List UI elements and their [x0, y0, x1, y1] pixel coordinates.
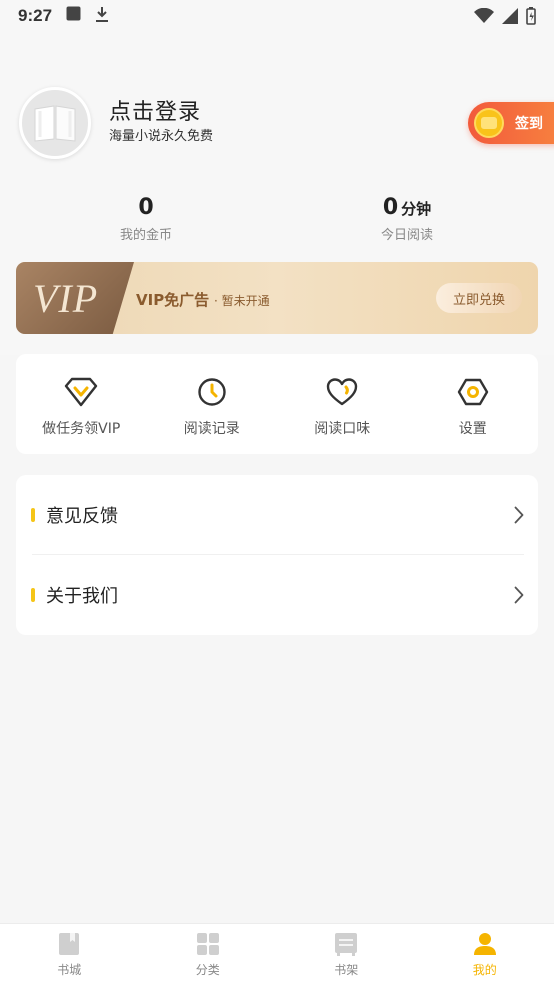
- nav-label: 书城: [57, 963, 82, 977]
- nav-bookshelf[interactable]: 书架: [277, 924, 416, 985]
- vip-title: VIP免广告: [136, 291, 210, 309]
- profile-page: 9:27 点击登录 海量小说永久免费 签到 0 我的金币 0 分钟 今日阅读 V…: [0, 0, 554, 985]
- battery-icon: [526, 7, 536, 25]
- open-book-icon: [34, 105, 76, 142]
- checkin-label: 签到: [515, 116, 543, 132]
- coins-value: 0: [138, 195, 154, 220]
- status-bar: 9:27: [0, 0, 554, 32]
- menu-label: 意见反馈: [46, 506, 118, 527]
- user-icon: [473, 933, 496, 955]
- bookshelf-icon: [335, 933, 358, 956]
- vip-logo: VIP: [33, 276, 99, 321]
- clock-icon: [198, 378, 226, 406]
- menu-label: 关于我们: [46, 586, 118, 607]
- quick-actions: 做任务领VIP 阅读记录 阅读口味 设置: [16, 354, 538, 454]
- avatar[interactable]: [19, 87, 91, 159]
- stat-coins[interactable]: 0 我的金币: [66, 195, 226, 243]
- nav-bookstore[interactable]: 书城: [0, 924, 139, 985]
- action-reading-taste[interactable]: 阅读口味: [277, 354, 408, 454]
- action-settings[interactable]: 设置: [408, 354, 539, 454]
- redeem-button[interactable]: 立即兑换: [436, 283, 522, 313]
- heart-icon: [327, 378, 358, 406]
- coins-label: 我的金币: [119, 228, 172, 243]
- notification-square-icon: [66, 6, 81, 26]
- reading-time-unit: 分钟: [401, 200, 432, 218]
- login-subtitle: 海量小说永久免费: [109, 129, 214, 144]
- status-indicators: [474, 7, 536, 25]
- diamond-icon: [65, 377, 98, 407]
- nav-label: 书架: [334, 963, 359, 977]
- nav-label: 分类: [195, 963, 220, 977]
- checkin-button[interactable]: 签到: [468, 102, 554, 144]
- menu-item-feedback[interactable]: 意见反馈: [16, 475, 538, 555]
- menu-item-about[interactable]: 关于我们: [16, 555, 538, 635]
- reading-time-label: 今日阅读: [380, 228, 433, 243]
- book-icon: [59, 933, 80, 955]
- chevron-right-icon: [514, 506, 524, 524]
- menu-accent-bar: [31, 508, 35, 522]
- menu-accent-bar: [31, 588, 35, 602]
- action-label: 设置: [458, 421, 487, 437]
- bottom-nav: 书城 分类 书架 我的: [0, 923, 554, 985]
- wifi-icon: [474, 8, 494, 23]
- reading-time-value: 0: [382, 195, 399, 220]
- stat-reading-time[interactable]: 0 分钟 今日阅读: [327, 195, 487, 243]
- action-label: 做任务领VIP: [42, 421, 121, 437]
- chevron-right-icon: [514, 586, 524, 604]
- action-label: 阅读记录: [183, 421, 240, 437]
- signal-icon: [502, 8, 518, 24]
- nav-category[interactable]: 分类: [139, 924, 278, 985]
- login-title[interactable]: 点击登录: [109, 94, 201, 126]
- settings-hexagon-icon: [457, 378, 488, 406]
- grid-icon: [196, 933, 219, 955]
- action-task-vip[interactable]: 做任务领VIP: [16, 354, 147, 454]
- download-icon: [95, 6, 109, 27]
- status-time: 9:27: [18, 6, 53, 25]
- action-label: 阅读口味: [314, 421, 371, 437]
- action-reading-history[interactable]: 阅读记录: [147, 354, 278, 454]
- nav-label: 我的: [472, 963, 497, 977]
- vip-status: · 暂未开通: [214, 294, 270, 308]
- coin-icon: [474, 108, 504, 138]
- vip-banner[interactable]: VIP VIP免广告 · 暂未开通 立即兑换: [16, 262, 538, 334]
- menu-list: 意见反馈 关于我们: [16, 475, 538, 635]
- nav-mine[interactable]: 我的: [416, 924, 554, 985]
